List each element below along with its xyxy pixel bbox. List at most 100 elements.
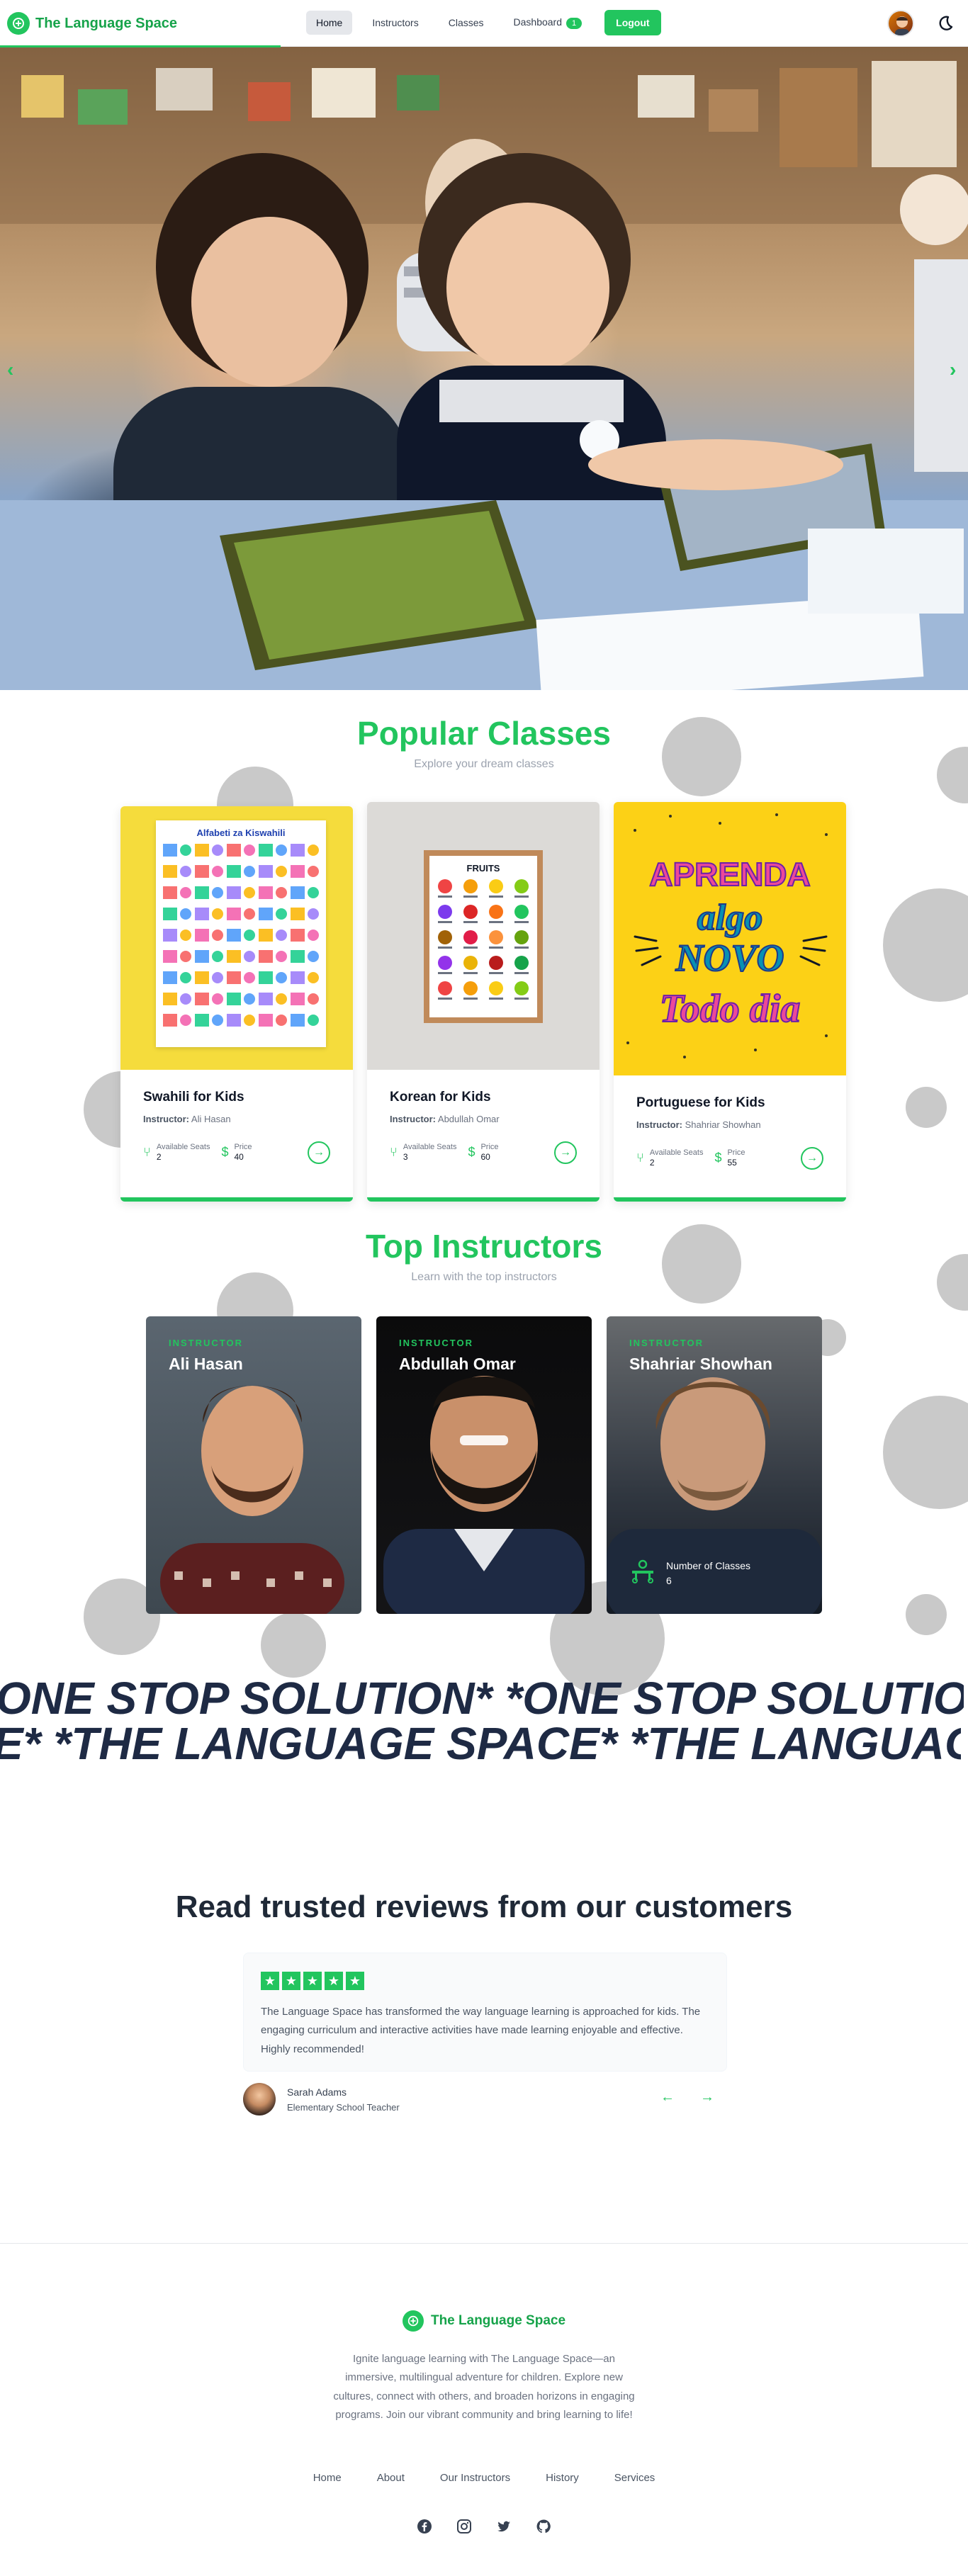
alphabet-tile	[259, 1014, 273, 1027]
twitter-icon[interactable]	[496, 2519, 512, 2534]
class-card[interactable]: Alfabeti za Kiswahili Swahili for Kids I…	[120, 806, 353, 1202]
chair-group-icon	[629, 1558, 656, 1588]
hero-prev-arrow-icon[interactable]: ‹	[7, 358, 13, 381]
nav-home[interactable]: Home	[306, 11, 353, 35]
nav-classes[interactable]: Classes	[439, 11, 494, 35]
alphabet-picture	[180, 1015, 191, 1026]
class-image: APRENDA algo NOVO Todo dia	[614, 802, 846, 1075]
alphabet-tile	[259, 929, 273, 942]
alphabet-tile	[259, 865, 273, 878]
review-next-arrow-icon[interactable]: →	[700, 2089, 714, 2106]
footer-link-services[interactable]: Services	[614, 2472, 655, 2484]
alphabet-picture	[308, 866, 319, 877]
fruit-picture	[463, 905, 478, 919]
footer-brand[interactable]: The Language Space	[0, 2310, 968, 2332]
instructor-prefix: Instructor:	[636, 1119, 682, 1130]
brand-logo-icon	[402, 2310, 424, 2332]
theme-moon-icon[interactable]	[935, 13, 955, 33]
fruit-caption-mark	[438, 896, 452, 898]
decor-dot	[906, 1087, 947, 1128]
alphabet-picture	[308, 1015, 319, 1026]
alphabet-picture	[308, 887, 319, 898]
alphabet-picture	[308, 951, 319, 962]
instructor-card[interactable]: INSTRUCTOR Ali Hasan	[146, 1316, 361, 1614]
alphabet-picture	[276, 930, 287, 941]
alphabet-tile	[163, 929, 177, 942]
alphabet-poster: Alfabeti za Kiswahili	[156, 820, 326, 1047]
alphabet-tile	[227, 865, 241, 878]
alphabet-picture	[244, 993, 255, 1005]
fruit-picture	[438, 905, 452, 919]
fruit-caption-mark	[514, 896, 529, 898]
alphabet-picture	[244, 908, 255, 920]
arrow-right-icon[interactable]: →	[308, 1141, 330, 1164]
fruit-caption-mark	[489, 998, 503, 1000]
class-card[interactable]: APRENDA algo NOVO Todo dia Portuguese fo…	[614, 802, 846, 1202]
alphabet-tile	[291, 950, 305, 963]
alphabet-tile	[259, 950, 273, 963]
seats-label: Available Seats	[403, 1143, 457, 1152]
user-avatar[interactable]	[887, 10, 914, 37]
class-card[interactable]: FRUITS Korean for Kids Instructor: Abdul…	[367, 802, 600, 1202]
fruit-picture	[463, 956, 478, 970]
github-icon[interactable]	[536, 2519, 551, 2534]
alphabet-picture	[212, 930, 223, 941]
alphabet-tile	[291, 844, 305, 857]
logout-button[interactable]: Logout	[604, 10, 661, 35]
class-image: Alfabeti za Kiswahili	[120, 806, 353, 1070]
alphabet-picture	[212, 951, 223, 962]
alphabet-picture	[308, 930, 319, 941]
class-image: FRUITS	[367, 802, 600, 1070]
fruit-caption-mark	[463, 998, 478, 1000]
alphabet-picture	[308, 908, 319, 920]
fruit-picture	[514, 905, 529, 919]
review-text: The Language Space has transformed the w…	[261, 2006, 701, 2055]
instructor-name: Shahriar Showhan	[629, 1355, 772, 1373]
alphabet-tile	[291, 886, 305, 899]
review-card: ★ ★ ★ ★ ★ The Language Space has transfo…	[243, 1953, 727, 2072]
dollar-icon: $	[468, 1145, 475, 1160]
alphabet-tile	[227, 929, 241, 942]
facebook-icon[interactable]	[417, 2519, 432, 2534]
alphabet-tile	[195, 971, 209, 984]
fruit-picture	[438, 930, 452, 944]
class-instructor: Instructor: Shahriar Showhan	[636, 1119, 823, 1130]
alphabet-tile	[195, 865, 209, 878]
instructor-label: INSTRUCTOR	[399, 1338, 473, 1348]
alphabet-picture	[276, 993, 287, 1005]
seat-icon: ⑂	[143, 1145, 151, 1160]
seats-label: Available Seats	[156, 1143, 210, 1152]
brand[interactable]: The Language Space	[7, 12, 177, 35]
reviewer: Sarah Adams Elementary School Teacher	[243, 2083, 400, 2115]
alphabet-picture	[276, 844, 287, 856]
top-instructors-subtitle: Learn with the top instructors	[411, 1271, 557, 1283]
popular-classes-subtitle: Explore your dream classes	[414, 758, 554, 770]
instagram-icon[interactable]	[456, 2519, 472, 2534]
nav-instructors[interactable]: Instructors	[362, 11, 428, 35]
footer-link-instructors[interactable]: Our Instructors	[440, 2472, 510, 2484]
arrow-right-icon[interactable]: →	[801, 1147, 823, 1170]
alphabet-tile	[259, 908, 273, 920]
alphabet-tile	[163, 844, 177, 857]
footer-link-history[interactable]: History	[546, 2472, 579, 2484]
fruit-picture	[438, 956, 452, 970]
footer-description: Ignite language learning with The Langua…	[333, 2353, 635, 2421]
footer-link-home[interactable]: Home	[313, 2472, 342, 2484]
nav-dashboard[interactable]: Dashboard 1	[504, 10, 592, 35]
fruit-caption-mark	[463, 972, 478, 974]
decor-dot	[883, 888, 968, 1002]
review-prev-arrow-icon[interactable]: ←	[660, 2089, 675, 2106]
price-label: Price	[480, 1143, 499, 1152]
fruit-picture	[489, 905, 503, 919]
fruit-caption-mark	[463, 947, 478, 949]
instructor-card[interactable]: INSTRUCTOR Shahriar Showhan Number of Cl…	[607, 1316, 822, 1614]
arrow-right-icon[interactable]: →	[554, 1141, 577, 1164]
alphabet-picture	[212, 1015, 223, 1026]
alphabet-picture	[276, 866, 287, 877]
class-title: Portuguese for Kids	[636, 1095, 765, 1110]
alphabet-tile	[195, 844, 209, 857]
instructor-card[interactable]: INSTRUCTOR Abdullah Omar	[376, 1316, 592, 1614]
hero-next-arrow-icon[interactable]: ›	[950, 358, 956, 381]
footer-link-about[interactable]: About	[377, 2472, 405, 2484]
alphabet-picture	[244, 951, 255, 962]
